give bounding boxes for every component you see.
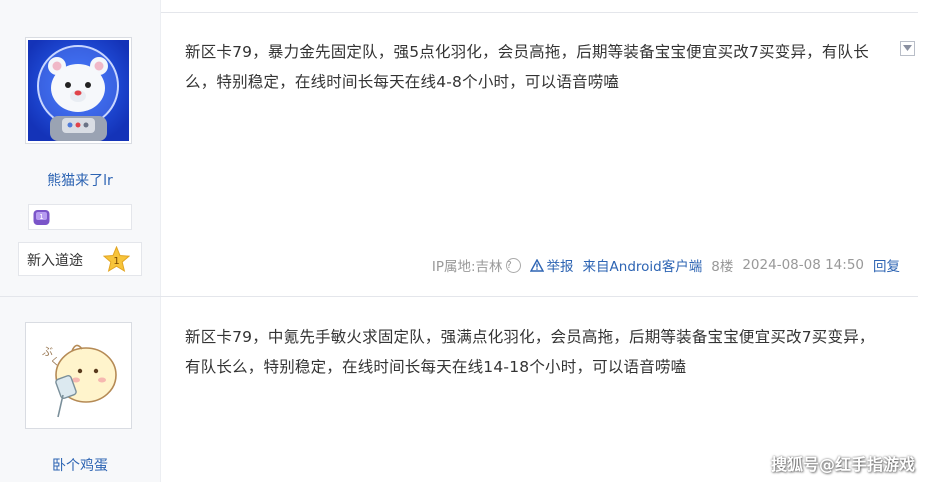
- ip-location: IP属地:吉林: [431, 259, 503, 275]
- post-time: 2024-08-08 14:50: [742, 257, 864, 273]
- polar-bear-astronaut-avatar-icon: [28, 40, 129, 141]
- post-content: 新区卡79，暴力金先固定队，强5点化羽化，会员高拖，后期等装备宝宝便宜买改7买变…: [185, 43, 869, 91]
- user-level[interactable]: 新入道途 1: [18, 242, 142, 276]
- reply-link[interactable]: 回复: [873, 255, 900, 275]
- post-meta: IP属地:吉林 ? 举报 来自Android客户端 8楼 2024-08-08 …: [432, 255, 900, 275]
- author-sidebar: ぶ く 卧个鸡蛋: [0, 297, 161, 482]
- author-sidebar: 熊猫来了lr 1 新入道途 1: [0, 0, 161, 297]
- svg-text:く: く: [50, 357, 60, 368]
- username[interactable]: 熊猫来了lr: [0, 170, 160, 190]
- watermark: 搜狐号@红手指游戏: [770, 455, 915, 474]
- floor-number: 8楼: [711, 259, 734, 275]
- question-icon[interactable]: ?: [505, 257, 521, 273]
- collapse-arrow-icon: [903, 45, 912, 51]
- report-label: 举报: [546, 259, 574, 275]
- star-level-icon: 1: [103, 246, 130, 273]
- svg-text:1: 1: [39, 213, 43, 221]
- level-title: 新入道途: [27, 253, 83, 269]
- report-link[interactable]: 举报: [529, 255, 574, 275]
- username[interactable]: 卧个鸡蛋: [0, 455, 160, 475]
- collapse-button[interactable]: [900, 41, 915, 56]
- level-badge-icon: 1: [33, 210, 50, 225]
- avatar[interactable]: [25, 37, 132, 144]
- post-floor-8: 熊猫来了lr 1 新入道途 1 新区卡79，暴力金先固定队，强5点化羽化，会员高…: [0, 0, 935, 297]
- member-badge[interactable]: 1: [28, 204, 132, 230]
- warning-icon: [529, 258, 544, 272]
- svg-text:1: 1: [113, 256, 119, 267]
- client-source-link[interactable]: 来自Android客户端: [583, 255, 703, 275]
- duck-drinking-avatar-icon: ぶ く: [28, 325, 129, 426]
- avatar[interactable]: ぶ く: [25, 322, 132, 429]
- post-content: 新区卡79，中氪先手敏火求固定队，强满点化羽化，会员高拖，后期等装备宝宝便宜买改…: [185, 328, 875, 376]
